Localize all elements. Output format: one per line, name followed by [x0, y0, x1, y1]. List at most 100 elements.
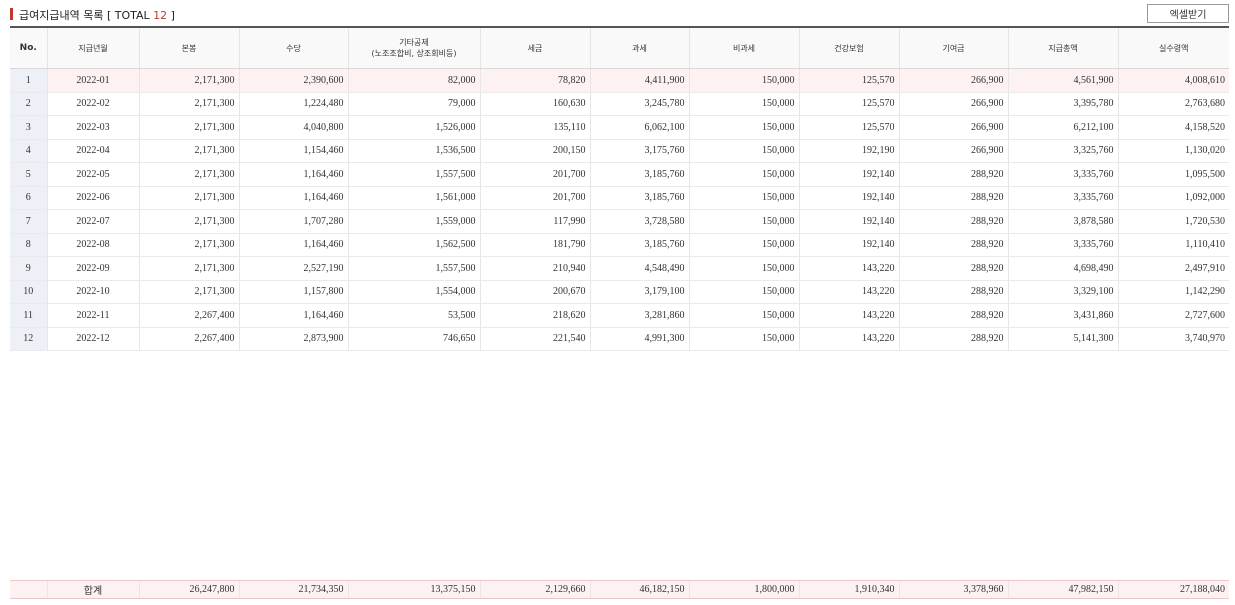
col-header-contribution: 기여금	[898, 27, 1008, 69]
amount-cell: 288,920	[898, 186, 1008, 210]
amount-cell: 2,727,600	[1117, 303, 1229, 328]
amount-cell: 4,411,900	[589, 68, 689, 93]
table-row[interactable]: 2 2022-02 2,171,300 1,224,480 79,000 160,630 3…	[10, 92, 1229, 116]
amount-cell: 2,390,600	[238, 68, 348, 93]
amount-cell: 3,335,760	[1007, 162, 1118, 187]
amount-cell: 288,920	[898, 327, 1008, 351]
pay-month-cell: 2022-11	[46, 303, 139, 328]
pay-month-cell: 2022-12	[46, 327, 139, 351]
col-header-base-pay: 본봉	[138, 27, 239, 69]
amount-cell: 266,900	[898, 92, 1008, 116]
excel-download-button[interactable]: 엑셀받기	[1147, 4, 1229, 23]
table-row[interactable]: 1 2022-01 2,171,300 2,390,600 82,000 78,820 4,…	[10, 68, 1229, 93]
amount-cell: 266,900	[898, 115, 1008, 140]
amount-cell: 150,000	[688, 256, 799, 281]
amount-cell: 2,267,400	[138, 303, 239, 328]
pay-month-cell: 2022-04	[46, 139, 139, 163]
title-marker	[10, 8, 13, 20]
row-number: 12	[10, 327, 47, 351]
row-number: 6	[10, 186, 47, 210]
amount-cell: 1,142,290	[1117, 280, 1229, 304]
amount-cell: 143,220	[798, 280, 899, 304]
amount-cell: 288,920	[898, 162, 1008, 187]
amount-cell: 266,900	[898, 139, 1008, 163]
amount-cell: 288,920	[898, 209, 1008, 234]
amount-cell: 4,548,490	[589, 256, 689, 281]
amount-cell: 82,000	[347, 68, 480, 93]
amount-cell: 201,700	[479, 162, 590, 187]
amount-cell: 4,698,490	[1007, 256, 1118, 281]
amount-cell: 117,990	[479, 209, 590, 234]
amount-cell: 1,095,500	[1117, 162, 1229, 187]
amount-cell: 2,171,300	[138, 209, 239, 234]
list-header: 급여지급내역 목록 [ TOTAL 12 ] 엑셀받기	[10, 4, 1229, 26]
amount-cell: 2,171,300	[138, 233, 239, 257]
col-header-allowance: 수당	[238, 27, 348, 69]
table-row[interactable]: 7 2022-07 2,171,300 1,707,280 1,559,000 117,9…	[10, 209, 1229, 234]
row-number: 4	[10, 139, 47, 163]
amount-cell: 150,000	[688, 139, 799, 163]
amount-cell: 4,008,610	[1117, 68, 1229, 93]
table-row[interactable]: 11 2022-11 2,267,400 1,164,460 53,500 218,620…	[10, 303, 1229, 328]
amount-cell: 125,570	[798, 68, 899, 93]
table-row[interactable]: 5 2022-05 2,171,300 1,164,460 1,557,500 201,7…	[10, 162, 1229, 187]
title-prefix: 급여지급내역 목록 [ TOTAL	[19, 9, 154, 22]
table-row[interactable]: 4 2022-04 2,171,300 1,154,460 1,536,500 200,1…	[10, 139, 1229, 163]
col-header-non-taxable: 비과세	[688, 27, 799, 69]
amount-cell: 150,000	[688, 115, 799, 140]
table-row[interactable]: 10 2022-10 2,171,300 1,157,800 1,554,000 200,…	[10, 280, 1229, 304]
totals-cell	[10, 580, 47, 599]
amount-cell: 3,179,100	[589, 280, 689, 304]
amount-cell: 192,140	[798, 233, 899, 257]
totals-cell: 27,188,040	[1117, 580, 1229, 599]
amount-cell: 150,000	[688, 162, 799, 187]
amount-cell: 150,000	[688, 327, 799, 351]
col-header-other-deduction: 기타공제 (노조조합비, 상조회비등)	[347, 27, 480, 69]
amount-cell: 1,562,500	[347, 233, 480, 257]
amount-cell: 181,790	[479, 233, 590, 257]
amount-cell: 143,220	[798, 256, 899, 281]
amount-cell: 2,171,300	[138, 280, 239, 304]
table-row[interactable]: 3 2022-03 2,171,300 4,040,800 1,526,000 135,1…	[10, 115, 1229, 140]
col-header-pay-month: 지급년월	[46, 27, 139, 69]
totals-cell: 47,982,150	[1007, 580, 1118, 599]
amount-cell: 1,561,000	[347, 186, 480, 210]
col-header-taxable: 과세	[589, 27, 689, 69]
table-row[interactable]: 12 2022-12 2,267,400 2,873,900 746,650 221,54…	[10, 327, 1229, 351]
amount-cell: 135,110	[479, 115, 590, 140]
amount-cell: 150,000	[688, 209, 799, 234]
amount-cell: 6,062,100	[589, 115, 689, 140]
amount-cell: 3,335,760	[1007, 186, 1118, 210]
amount-cell: 3,325,760	[1007, 139, 1118, 163]
amount-cell: 3,185,760	[589, 162, 689, 187]
amount-cell: 1,164,460	[238, 162, 348, 187]
amount-cell: 3,728,580	[589, 209, 689, 234]
amount-cell: 78,820	[479, 68, 590, 93]
amount-cell: 3,395,780	[1007, 92, 1118, 116]
amount-cell: 201,700	[479, 186, 590, 210]
amount-cell: 746,650	[347, 327, 480, 351]
pay-month-cell: 2022-01	[46, 68, 139, 93]
row-number: 11	[10, 303, 47, 328]
amount-cell: 79,000	[347, 92, 480, 116]
amount-cell: 2,171,300	[138, 115, 239, 140]
table-row[interactable]: 6 2022-06 2,171,300 1,164,460 1,561,000 201,7…	[10, 186, 1229, 210]
amount-cell: 200,150	[479, 139, 590, 163]
amount-cell: 150,000	[688, 303, 799, 328]
pay-month-cell: 2022-10	[46, 280, 139, 304]
amount-cell: 3,281,860	[589, 303, 689, 328]
amount-cell: 5,141,300	[1007, 327, 1118, 351]
table-row[interactable]: 9 2022-09 2,171,300 2,527,190 1,557,500 210,9…	[10, 256, 1229, 281]
amount-cell: 2,527,190	[238, 256, 348, 281]
table-row[interactable]: 8 2022-08 2,171,300 1,164,460 1,562,500 181,7…	[10, 233, 1229, 257]
amount-cell: 2,171,300	[138, 256, 239, 281]
totals-cell: 46,182,150	[589, 580, 689, 599]
amount-cell: 3,245,780	[589, 92, 689, 116]
amount-cell: 288,920	[898, 303, 1008, 328]
totals-row: 합계 26,247,800 21,734,350 13,375,150 2,12…	[10, 580, 1229, 599]
totals-cell: 13,375,150	[347, 580, 480, 599]
salary-table: No. 지급년월 본봉 수당 기타공제 (노조조합비, 상조회비등) 세금 과세 …	[10, 26, 1229, 351]
col-header-health-insurance: 건강보험	[798, 27, 899, 69]
amount-cell: 4,040,800	[238, 115, 348, 140]
pay-month-cell: 2022-02	[46, 92, 139, 116]
